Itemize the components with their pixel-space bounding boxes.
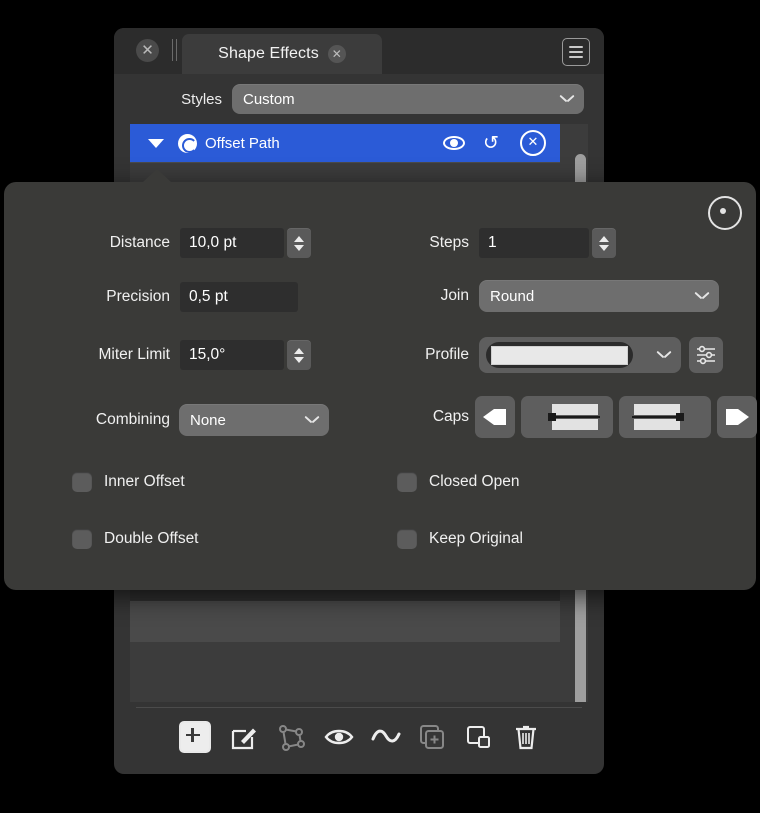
trash-icon[interactable]	[512, 723, 540, 751]
tab-label: Shape Effects	[218, 45, 319, 62]
checkbox-label: Closed Open	[429, 473, 520, 490]
field-label: Combining	[95, 411, 170, 428]
field-label: Miter Limit	[98, 346, 170, 363]
reset-icon[interactable]: ↺	[483, 134, 502, 153]
toolbar-divider	[136, 707, 582, 708]
styles-value: Custom	[243, 90, 295, 108]
plus-square-filled-icon[interactable]	[178, 721, 211, 753]
miter-limit-input[interactable]: 15,0°	[180, 340, 284, 370]
combining-value: None	[190, 411, 226, 429]
chevron-down-icon	[305, 416, 319, 425]
checkbox-inner-offset[interactable]: Inner Offset	[72, 472, 185, 492]
eye-icon[interactable]	[323, 723, 354, 751]
sliders-icon[interactable]	[689, 337, 723, 373]
field-combining: Combining None	[4, 404, 334, 436]
arrow-right-solid-icon	[726, 409, 749, 425]
field-precision: Precision 0,5 pt	[4, 282, 324, 312]
checkbox-label: Keep Original	[429, 530, 523, 547]
cap-end-arrow-button[interactable]	[717, 396, 757, 438]
checkbox-double-offset[interactable]: Double Offset	[72, 529, 199, 549]
profile-select[interactable]	[479, 337, 681, 373]
field-label: Profile	[425, 346, 469, 363]
cap-flat-left-icon	[548, 404, 600, 430]
wave-icon[interactable]	[371, 723, 400, 751]
field-label: Precision	[106, 288, 170, 305]
cap-start-arrow-button[interactable]	[475, 396, 515, 438]
profile-preview	[486, 342, 633, 368]
shapes-overlap-icon[interactable]	[465, 723, 493, 751]
edit-square-icon[interactable]	[230, 723, 258, 751]
precision-input[interactable]: 0,5 pt	[180, 282, 298, 312]
field-distance: Distance 10,0 pt	[4, 228, 324, 258]
popover-arrow	[143, 169, 171, 182]
miter-limit-stepper[interactable]	[287, 340, 311, 370]
chevron-down-icon	[657, 351, 671, 360]
field-label: Join	[440, 287, 469, 304]
drag-grip-icon[interactable]	[170, 39, 182, 61]
checkbox-closed-open[interactable]: Closed Open	[397, 472, 519, 492]
field-caps: Caps	[404, 396, 757, 438]
polygon-nodes-icon[interactable]	[277, 723, 305, 751]
close-icon[interactable]: ✕	[327, 45, 346, 63]
triangle-down-icon[interactable]	[148, 138, 164, 148]
cap-end-flat-button[interactable]	[619, 396, 711, 438]
steps-stepper[interactable]	[592, 228, 616, 258]
window-titlebar: ✕ Shape Effects ✕	[114, 28, 604, 74]
chevron-down-icon	[695, 292, 709, 301]
checkbox-box[interactable]	[397, 472, 417, 492]
field-join: Join Round	[404, 280, 719, 312]
field-steps: Steps 1	[404, 228, 616, 258]
styles-select[interactable]: Custom	[232, 84, 584, 114]
record-icon[interactable]	[708, 196, 742, 230]
cap-flat-right-icon	[632, 404, 684, 430]
offset-path-popover: Distance 10,0 pt Precision 0,5 pt Miter …	[4, 169, 757, 590]
effect-name: Offset Path	[205, 134, 280, 152]
hamburger-menu-icon[interactable]	[562, 38, 590, 66]
checkbox-label: Inner Offset	[104, 473, 185, 490]
close-icon[interactable]: ✕	[136, 39, 159, 62]
join-value: Round	[490, 287, 535, 305]
duplicate-plus-icon[interactable]	[418, 723, 446, 751]
checkbox-box[interactable]	[72, 472, 92, 492]
styles-row: Styles Custom	[114, 80, 604, 118]
styles-label: Styles	[181, 90, 222, 108]
checkbox-keep-original[interactable]: Keep Original	[397, 529, 523, 549]
field-miter-limit: Miter Limit 15,0°	[4, 340, 324, 370]
distance-stepper[interactable]	[287, 228, 311, 258]
distance-input[interactable]: 10,0 pt	[180, 228, 284, 258]
cap-start-flat-button[interactable]	[521, 396, 613, 438]
screen-background: ✕ Shape Effects ✕ Styles Custom Offset P…	[0, 0, 760, 813]
field-label: Steps	[429, 234, 469, 251]
tab-shape-effects[interactable]: Shape Effects ✕	[182, 34, 382, 74]
effects-toolbar	[114, 714, 604, 760]
field-profile: Profile	[404, 337, 723, 373]
join-select[interactable]: Round	[479, 280, 719, 312]
checkbox-label: Double Offset	[104, 530, 199, 547]
chevron-down-icon	[560, 95, 574, 104]
effect-row-offset-path[interactable]: Offset Path ↺ ✕	[130, 124, 560, 162]
field-label: Distance	[109, 234, 170, 251]
eye-icon[interactable]	[443, 136, 465, 150]
close-circle-icon[interactable]: ✕	[520, 130, 546, 156]
arrow-left-solid-icon	[483, 409, 506, 425]
checkbox-box[interactable]	[72, 529, 92, 549]
field-label: Caps	[432, 408, 469, 425]
list-item[interactable]	[130, 601, 560, 641]
spiral-icon	[178, 133, 197, 153]
steps-input[interactable]: 1	[479, 228, 589, 258]
combining-select[interactable]: None	[179, 404, 329, 436]
checkbox-box[interactable]	[397, 529, 417, 549]
